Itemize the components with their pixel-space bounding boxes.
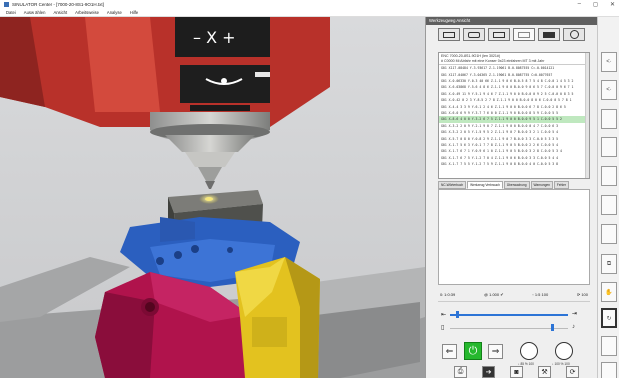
stock-icon[interactable] bbox=[488, 28, 510, 41]
feed-status: @ 1.000 ✔ bbox=[483, 291, 504, 297]
cut-icon[interactable]: <· bbox=[601, 80, 617, 100]
machine-scene: – X + bbox=[0, 17, 425, 378]
start-button[interactable]: ⏻ bbox=[464, 342, 482, 360]
status-row: 0: 1:0:39 @ 1.000 ✔ ◦ 1:5 100 ⟳ 100 bbox=[438, 290, 590, 298]
tab-errors[interactable]: Fehler bbox=[553, 181, 569, 189]
blank-icon[interactable] bbox=[601, 224, 617, 244]
toolpath-panel: Werkzeugweg Ansicht ENC 7000-20-8S1-9O1H… bbox=[425, 17, 597, 378]
pane-icon[interactable] bbox=[438, 28, 460, 41]
blank-icon[interactable] bbox=[513, 28, 535, 41]
camera-icon[interactable]: ◙ bbox=[510, 366, 523, 378]
step-value: ◦ 1:5 100 bbox=[532, 291, 549, 297]
forward-button[interactable]: ⇒ bbox=[488, 344, 503, 359]
minimize-button[interactable]: – bbox=[578, 1, 581, 8]
blank-icon[interactable] bbox=[601, 166, 617, 186]
step-icon[interactable]: ⇥ bbox=[572, 310, 577, 317]
tab-content-area bbox=[438, 189, 590, 285]
progress-slider-handle[interactable] bbox=[456, 311, 459, 318]
hand-icon[interactable]: ✋ bbox=[601, 282, 617, 302]
window-controls: – ◻ ✕ bbox=[578, 1, 615, 8]
nc-scrollbar[interactable] bbox=[585, 53, 589, 178]
view-toolbar bbox=[426, 25, 597, 41]
window-title: SINULATOR Center - [7000-20-8S1-9O1H.txt… bbox=[12, 2, 104, 7]
menu-file[interactable]: Datei bbox=[6, 10, 16, 15]
machine-icon[interactable] bbox=[538, 28, 560, 41]
measure-icon[interactable] bbox=[463, 28, 485, 41]
blank-icon[interactable] bbox=[601, 362, 617, 378]
rewind-icon[interactable]: ⇤ bbox=[441, 311, 446, 318]
blank-icon[interactable] bbox=[601, 195, 617, 215]
spindle-override-gauge[interactable] bbox=[555, 342, 573, 360]
back-icon[interactable]: <· bbox=[601, 52, 617, 72]
report-icon[interactable]: ⎙ bbox=[454, 366, 467, 378]
return-icon[interactable]: ↻ bbox=[601, 308, 617, 328]
nc-line[interactable]: G01 X-1.7 7 5 5 Y-1.2 7 5 9 Z-1.1 9 0 8 … bbox=[439, 161, 589, 167]
menu-select[interactable]: Ausw ählen bbox=[24, 10, 46, 15]
tab-warnings[interactable]: Warnungen bbox=[530, 181, 553, 189]
nc-lines: G01 X117.08484 Y-3.93617 Z-1.19061 B-0.8… bbox=[439, 65, 589, 168]
stack-icon[interactable]: ⧉ bbox=[601, 254, 617, 274]
slow-icon: ▯ bbox=[441, 325, 445, 331]
settings-icon[interactable] bbox=[563, 28, 585, 41]
close-button[interactable]: ✕ bbox=[610, 1, 615, 8]
export-icon[interactable]: ➔ bbox=[482, 366, 495, 378]
vise bbox=[95, 217, 320, 378]
menu-help[interactable]: Hilfe bbox=[130, 10, 138, 15]
side-toolbar: <· <· ⧉ ✋ ↻ bbox=[597, 17, 619, 378]
nc-code-listing[interactable]: ENC 7000-20-8S1-9O1H (len 3021#) # C0000… bbox=[438, 52, 590, 179]
panel-header: Werkzeugweg Ansicht bbox=[426, 17, 597, 25]
nc-line[interactable]: G01 X-6.03868 Y-5.6 4 8 6 Z-1.1 9 0 0 B-… bbox=[439, 84, 589, 90]
blank-icon[interactable] bbox=[601, 137, 617, 157]
nc-line[interactable]: G01 X-0.42 0 2 3 Y-8.5 2 7 8 Z-1.1 9 0 0… bbox=[439, 97, 589, 103]
menu-view[interactable]: Ansicht bbox=[53, 10, 67, 15]
machine-3d-viewport[interactable]: – X + bbox=[0, 17, 425, 378]
blank-icon[interactable] bbox=[601, 109, 617, 129]
simulator-window: SINULATOR Center - [7000-20-8S1-9O1H.txt… bbox=[0, 0, 619, 378]
speed-slider-handle[interactable] bbox=[551, 324, 554, 331]
menu-bar: Datei Ausw ählen Ansicht Arbeitsweise An… bbox=[0, 9, 619, 17]
tab-nc-dictionary[interactable]: NC-Wörterbuch bbox=[438, 181, 467, 189]
blank-icon[interactable] bbox=[601, 336, 617, 356]
back-button[interactable]: ⇐ bbox=[442, 344, 457, 359]
app-icon bbox=[4, 2, 9, 7]
speed-value: ⟳ 100 bbox=[576, 291, 588, 297]
bottom-toolbar: ⎙ ➔ ◙ ⚒ ⟳ bbox=[438, 366, 590, 378]
elapsed-time: 0: 1:0:39 bbox=[440, 291, 456, 297]
tab-monitoring[interactable]: Überwachung bbox=[503, 181, 530, 189]
fast-icon: ♪ bbox=[572, 324, 575, 330]
nc-header: ENC 7000-20-8S1-9O1H (len 3021#) # C0000… bbox=[439, 53, 589, 66]
cycle-icon[interactable]: ⟳ bbox=[566, 366, 579, 378]
maximize-button[interactable]: ◻ bbox=[593, 1, 598, 8]
progress-slider[interactable] bbox=[450, 314, 568, 316]
info-tabs: NC-Wörterbuch Werkzeug Verbrauch Überwac… bbox=[438, 181, 590, 189]
feed-override-gauge[interactable] bbox=[520, 342, 538, 360]
menu-mode[interactable]: Arbeitsweise bbox=[75, 10, 99, 15]
tab-tool-usage[interactable]: Werkzeug Verbrauch bbox=[467, 181, 503, 189]
tool-icon[interactable]: ⚒ bbox=[538, 366, 551, 378]
svg-text:– X +: – X + bbox=[193, 28, 236, 47]
simulation-controls: ⇤ ⇥ ▯ ♪ ⇐ ⏻ ⇒ ↓ 85 % 100 ↓ 100 % 100 bbox=[438, 301, 590, 371]
title-bar: SINULATOR Center - [7000-20-8S1-9O1H.txt… bbox=[0, 0, 619, 9]
menu-analysis[interactable]: Analyse bbox=[107, 10, 122, 15]
